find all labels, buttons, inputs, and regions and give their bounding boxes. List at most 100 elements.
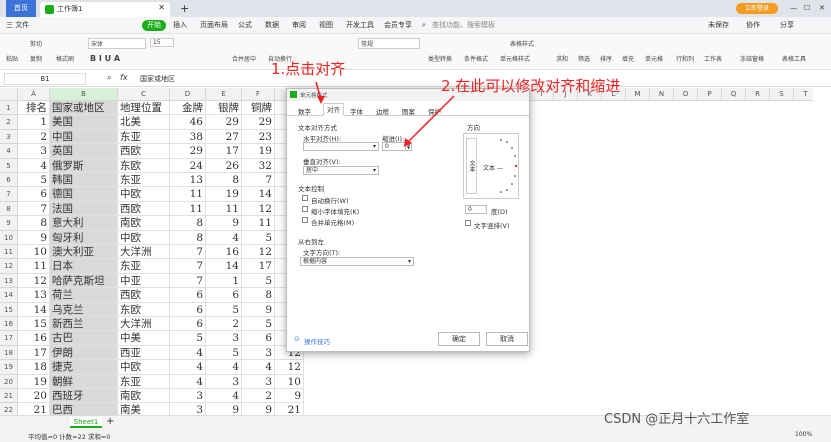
v-align-select[interactable]: 居中 ▾ [303,166,379,175]
table-style-button[interactable]: 表格样式 [510,39,534,48]
tab-protect[interactable]: 保护 [428,106,441,116]
tab-alignment[interactable]: 对齐 [323,103,344,116]
column-header[interactable]: M [626,88,650,101]
table-cell[interactable]: 46 [170,115,206,130]
table-cell[interactable]: 大洋洲 [118,245,170,260]
table-cell[interactable]: 西欧 [118,201,170,217]
tips-link[interactable]: 操作技巧 [304,336,330,346]
menu-review[interactable]: 审阅 [292,17,306,34]
orientation-dial[interactable] [479,134,519,198]
table-cell[interactable]: 法国 [50,201,118,217]
table-cell[interactable]: 德国 [50,187,118,202]
column-header[interactable]: D [170,88,206,101]
table-cell[interactable]: 6 [18,187,50,202]
row-number[interactable]: 21 [0,389,18,404]
row-number[interactable]: 6 [0,173,18,188]
column-header[interactable]: B [50,88,118,101]
select-all-corner[interactable] [0,88,18,101]
font-size-select[interactable]: 15 [150,38,174,47]
table-cell[interactable]: 9 [275,389,304,404]
cut-button[interactable]: 剪切 [30,39,42,48]
column-header[interactable]: F [242,88,275,101]
close-tab-icon[interactable]: ✕ [158,3,165,12]
menu-data[interactable]: 数据 [265,17,279,34]
column-header[interactable]: N [650,88,674,101]
table-cell[interactable]: 北美 [118,115,170,130]
column-header[interactable]: C [118,88,170,101]
table-cell[interactable]: 6 [170,288,206,303]
table-cell[interactable]: 韩国 [50,173,118,188]
table-cell[interactable]: 南美 [118,403,170,415]
table-cell[interactable]: 4 [206,230,242,245]
sum-button[interactable]: 求和 [556,54,568,63]
table-cell[interactable]: 7 [170,273,206,289]
row-number[interactable]: 15 [0,302,18,317]
login-button[interactable]: 立即登录 [736,3,778,14]
wrap-checkbox[interactable] [302,195,308,201]
table-cell[interactable]: 13 [170,173,206,188]
spinner-icon[interactable]: ▲ ▼ [405,142,411,151]
new-tab-button[interactable]: + [180,0,189,17]
column-header[interactable]: P [698,88,722,101]
table-cell[interactable]: 排名 [18,101,50,116]
table-cell[interactable]: 美国 [50,115,118,130]
table-cell[interactable]: 5 [242,230,275,245]
table-cell[interactable]: 9 [242,403,275,415]
table-cell[interactable]: 西班牙 [50,389,118,404]
table-cell[interactable]: 16 [18,331,50,346]
table-cell[interactable]: 9 [206,216,242,231]
table-cell[interactable]: 11 [18,259,50,274]
table-cell[interactable]: 16 [206,245,242,260]
table-cell[interactable]: 中国 [50,129,118,145]
table-cell[interactable]: 3 [206,374,242,389]
table-cell[interactable]: 14 [242,187,275,202]
table-cell[interactable]: 5 [18,173,50,188]
table-cell[interactable]: 日本 [50,259,118,274]
table-cell[interactable]: 3 [170,389,206,404]
ok-button[interactable]: 确定 [438,332,480,346]
table-cell[interactable]: 5 [242,273,275,289]
table-cell[interactable]: 巴西 [50,403,118,415]
row-number[interactable]: 17 [0,331,18,346]
table-cell[interactable]: 新西兰 [50,317,118,332]
tab-pattern[interactable]: 图案 [402,106,415,116]
table-cell[interactable]: 2 [242,389,275,404]
table-cell[interactable]: 8 [242,288,275,303]
fill-button[interactable]: 填充 [622,54,634,63]
table-cell[interactable]: 10 [275,374,304,389]
row-number[interactable]: 19 [0,360,18,375]
row-number[interactable]: 9 [0,216,18,231]
doc-tab[interactable]: 工作簿1 ✕ [40,2,170,17]
column-header[interactable]: Q [722,88,746,101]
table-cell[interactable]: 5 [206,302,242,317]
table-cell[interactable]: 6 [206,288,242,303]
table-cell[interactable]: 中亚 [118,273,170,289]
row-number[interactable]: 4 [0,144,18,159]
tips-icon[interactable]: ⊙ [294,335,300,343]
cells-button[interactable]: 单元格 [645,54,663,63]
menu-layout[interactable]: 页面布局 [200,17,228,34]
table-cell[interactable]: 19 [242,144,275,159]
table-cell[interactable]: 5 [242,317,275,332]
table-cell[interactable]: 29 [170,144,206,159]
type-convert-button[interactable]: 类型转换 [428,54,452,63]
menu-view[interactable]: 视图 [319,17,333,34]
direction-select[interactable]: 根据内容 ▾ [300,257,414,266]
menu-insert[interactable]: 插入 [173,17,187,34]
table-cell[interactable]: 29 [206,115,242,130]
table-cell[interactable]: 6 [170,317,206,332]
row-number[interactable]: 13 [0,273,18,289]
font-select[interactable]: 宋体 [88,38,146,49]
column-header[interactable]: E [206,88,242,101]
table-cell[interactable]: 17 [242,259,275,274]
table-cell[interactable]: 大洋洲 [118,317,170,332]
table-cell[interactable]: 哈萨克斯坦 [50,273,118,289]
table-cell[interactable]: 17 [206,144,242,159]
row-number[interactable]: 20 [0,374,18,389]
sort-button[interactable]: 排序 [600,54,612,63]
tab-number[interactable]: 数字 [298,106,311,116]
table-cell[interactable]: 19 [206,187,242,202]
table-cell[interactable]: 东亚 [118,129,170,145]
add-sheet-button[interactable]: + [106,416,114,427]
row-number[interactable]: 12 [0,259,18,274]
